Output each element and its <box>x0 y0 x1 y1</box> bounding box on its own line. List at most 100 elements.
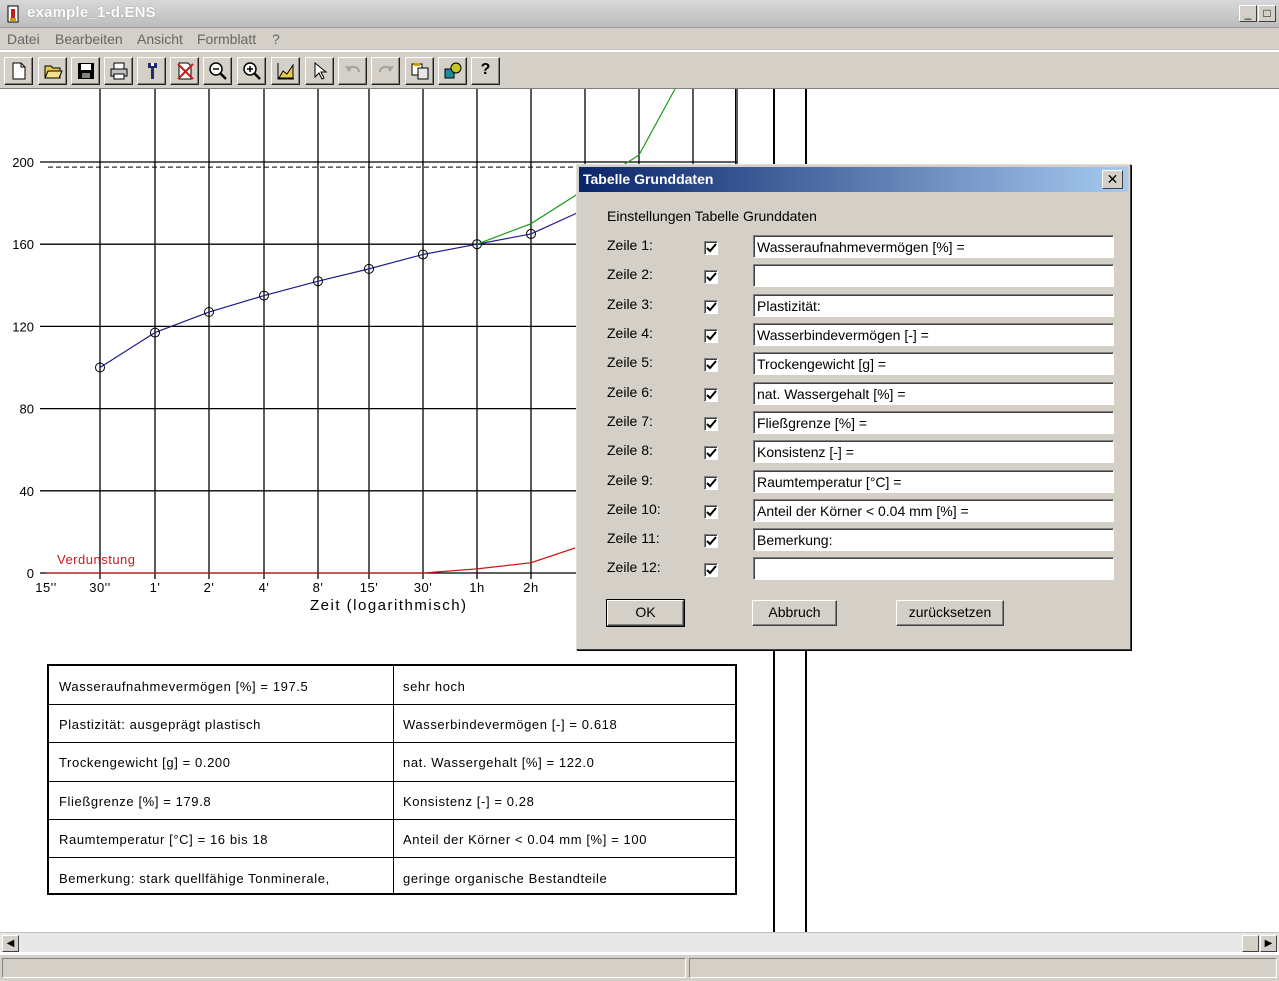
area-chart-icon <box>277 63 294 80</box>
new-file-button[interactable] <box>4 57 33 85</box>
row-text-field-1[interactable]: Wasseraufnahmevermögen [%] = <box>753 235 1114 258</box>
open-file-button[interactable] <box>38 57 67 85</box>
row-label-12: Zeile 12: <box>607 559 661 575</box>
menu-ansicht[interactable]: Ansicht <box>137 31 183 47</box>
y-tick-label: 80 <box>20 402 34 417</box>
table-cell: Konsistenz [-] = 0.28 <box>403 794 535 809</box>
print-button[interactable] <box>104 57 133 85</box>
copy-button[interactable] <box>405 57 434 85</box>
y-tick-label: 120 <box>12 319 34 334</box>
checkmark-icon <box>706 565 717 575</box>
row-text-field-4[interactable]: Wasserbindevermögen [-] = <box>753 323 1114 346</box>
table-cell: geringe organische Bestandteile <box>403 871 608 886</box>
window-title: example_1-d.ENS <box>27 4 156 21</box>
cursor-arrow-icon <box>314 61 328 80</box>
table-cell: nat. Wassergehalt [%] = 122.0 <box>403 755 595 770</box>
x-tick-label: 8' <box>313 580 324 595</box>
row-label-2: Zeile 2: <box>607 266 653 282</box>
wrench-icon <box>148 63 157 79</box>
horizontal-scrollbar[interactable]: ◀ ▶ <box>0 932 1279 952</box>
x-tick-label: 30'' <box>89 580 110 595</box>
table-cell: Anteil der Körner < 0.04 mm [%] = 100 <box>403 832 648 847</box>
row-label-1: Zeile 1: <box>607 237 653 253</box>
menu-bearbeiten[interactable]: Bearbeiten <box>55 31 123 47</box>
zoom-in-icon <box>243 62 261 80</box>
redo-button[interactable] <box>371 57 400 85</box>
row-checkbox-3[interactable] <box>704 300 718 314</box>
chart-button[interactable] <box>271 57 300 85</box>
scroll-right-button[interactable]: ▶ <box>1260 935 1277 952</box>
scroll-left-button[interactable]: ◀ <box>2 935 19 952</box>
checkmark-icon <box>706 302 717 312</box>
row-text-field-3[interactable]: Plastizität: <box>753 294 1114 317</box>
row-text-field-12[interactable] <box>753 557 1114 580</box>
row-checkbox-7[interactable] <box>704 417 718 431</box>
series-line <box>99 233 532 369</box>
question-mark-icon: ? <box>480 61 491 78</box>
row-label-11: Zeile 11: <box>607 530 660 546</box>
checkmark-icon <box>706 536 717 546</box>
y-axis-ticks: 0 40 80 120 160 200 <box>12 155 34 581</box>
x-tick-label: 4' <box>259 580 270 595</box>
row-label-3: Zeile 3: <box>607 296 653 312</box>
row-checkbox-2[interactable] <box>704 270 718 284</box>
row-checkbox-4[interactable] <box>704 329 718 343</box>
table-cell: Trockengewicht [g] = 0.200 <box>59 755 231 770</box>
checkmark-icon <box>706 390 717 400</box>
row-text-field-10[interactable]: Anteil der Körner < 0.04 mm [%] = <box>753 499 1114 522</box>
menu-formblatt[interactable]: Formblatt <box>197 31 256 47</box>
row-text-field-9[interactable]: Raumtemperatur [°C] = <box>753 470 1114 493</box>
row-label-9: Zeile 9: <box>607 472 653 488</box>
shapes-button[interactable] <box>438 57 467 85</box>
row-checkbox-1[interactable] <box>704 241 718 255</box>
row-checkbox-11[interactable] <box>704 534 718 548</box>
maximize-button[interactable]: □ <box>1258 5 1276 22</box>
redo-icon <box>379 65 394 73</box>
checkmark-icon <box>706 243 717 253</box>
ok-button[interactable]: OK <box>606 599 685 627</box>
status-bar <box>0 955 1279 981</box>
row-checkbox-12[interactable] <box>704 563 718 577</box>
zoom-out-icon <box>209 62 227 80</box>
dialog-close-button[interactable]: ✕ <box>1102 170 1123 189</box>
scroll-thumb[interactable] <box>1242 935 1259 952</box>
dialog-heading: Einstellungen Tabelle Grunddaten <box>607 208 817 224</box>
row-text-field-7[interactable]: Fließgrenze [%] = <box>753 411 1114 434</box>
select-pointer-button[interactable] <box>305 57 334 85</box>
row-text-field-11[interactable]: Bemerkung: <box>753 528 1114 551</box>
page-margin-line <box>735 89 736 164</box>
row-label-10: Zeile 10: <box>607 501 661 517</box>
minimize-button[interactable]: _ <box>1239 5 1257 22</box>
y-tick-label: 200 <box>12 155 34 170</box>
row-text-field-6[interactable]: nat. Wassergehalt [%] = <box>753 382 1114 405</box>
menu-help[interactable]: ? <box>272 31 280 47</box>
row-text-field-5[interactable]: Trockengewicht [g] = <box>753 352 1114 375</box>
save-button[interactable] <box>71 57 100 85</box>
cancel-button[interactable]: Abbruch <box>752 600 837 626</box>
help-button[interactable]: ? <box>471 57 500 85</box>
tool-button[interactable] <box>137 57 166 85</box>
row-text-field-8[interactable]: Konsistenz [-] = <box>753 440 1114 463</box>
y-tick-label: 0 <box>27 566 34 581</box>
row-checkbox-6[interactable] <box>704 388 718 402</box>
row-checkbox-5[interactable] <box>704 358 718 372</box>
reset-button[interactable]: zurücksetzen <box>896 600 1004 626</box>
table-cell: Raumtemperatur [°C] = 16 bis 18 <box>59 832 269 847</box>
zoom-in-button[interactable] <box>237 57 266 85</box>
app-icon <box>7 5 19 23</box>
table-cell: Plastizität: ausgeprägt plastisch <box>59 717 261 732</box>
folder-open-icon <box>44 65 63 79</box>
row-checkbox-9[interactable] <box>704 476 718 490</box>
row-checkbox-8[interactable] <box>704 446 718 460</box>
zoom-out-button[interactable] <box>203 57 232 85</box>
row-checkbox-10[interactable] <box>704 505 718 519</box>
dialog-title-bar[interactable]: Tabelle Grunddaten ✕ <box>579 167 1128 192</box>
x-axis-label: Zeit (logarithmisch) <box>310 597 468 614</box>
y-tick-label: 160 <box>12 237 34 252</box>
no-print-button[interactable] <box>170 57 199 85</box>
printer-icon <box>110 62 128 80</box>
x-tick-label: 15' <box>360 580 378 595</box>
row-text-field-2[interactable] <box>753 264 1114 287</box>
undo-button[interactable] <box>338 57 367 85</box>
menu-datei[interactable]: Datei <box>7 31 40 47</box>
